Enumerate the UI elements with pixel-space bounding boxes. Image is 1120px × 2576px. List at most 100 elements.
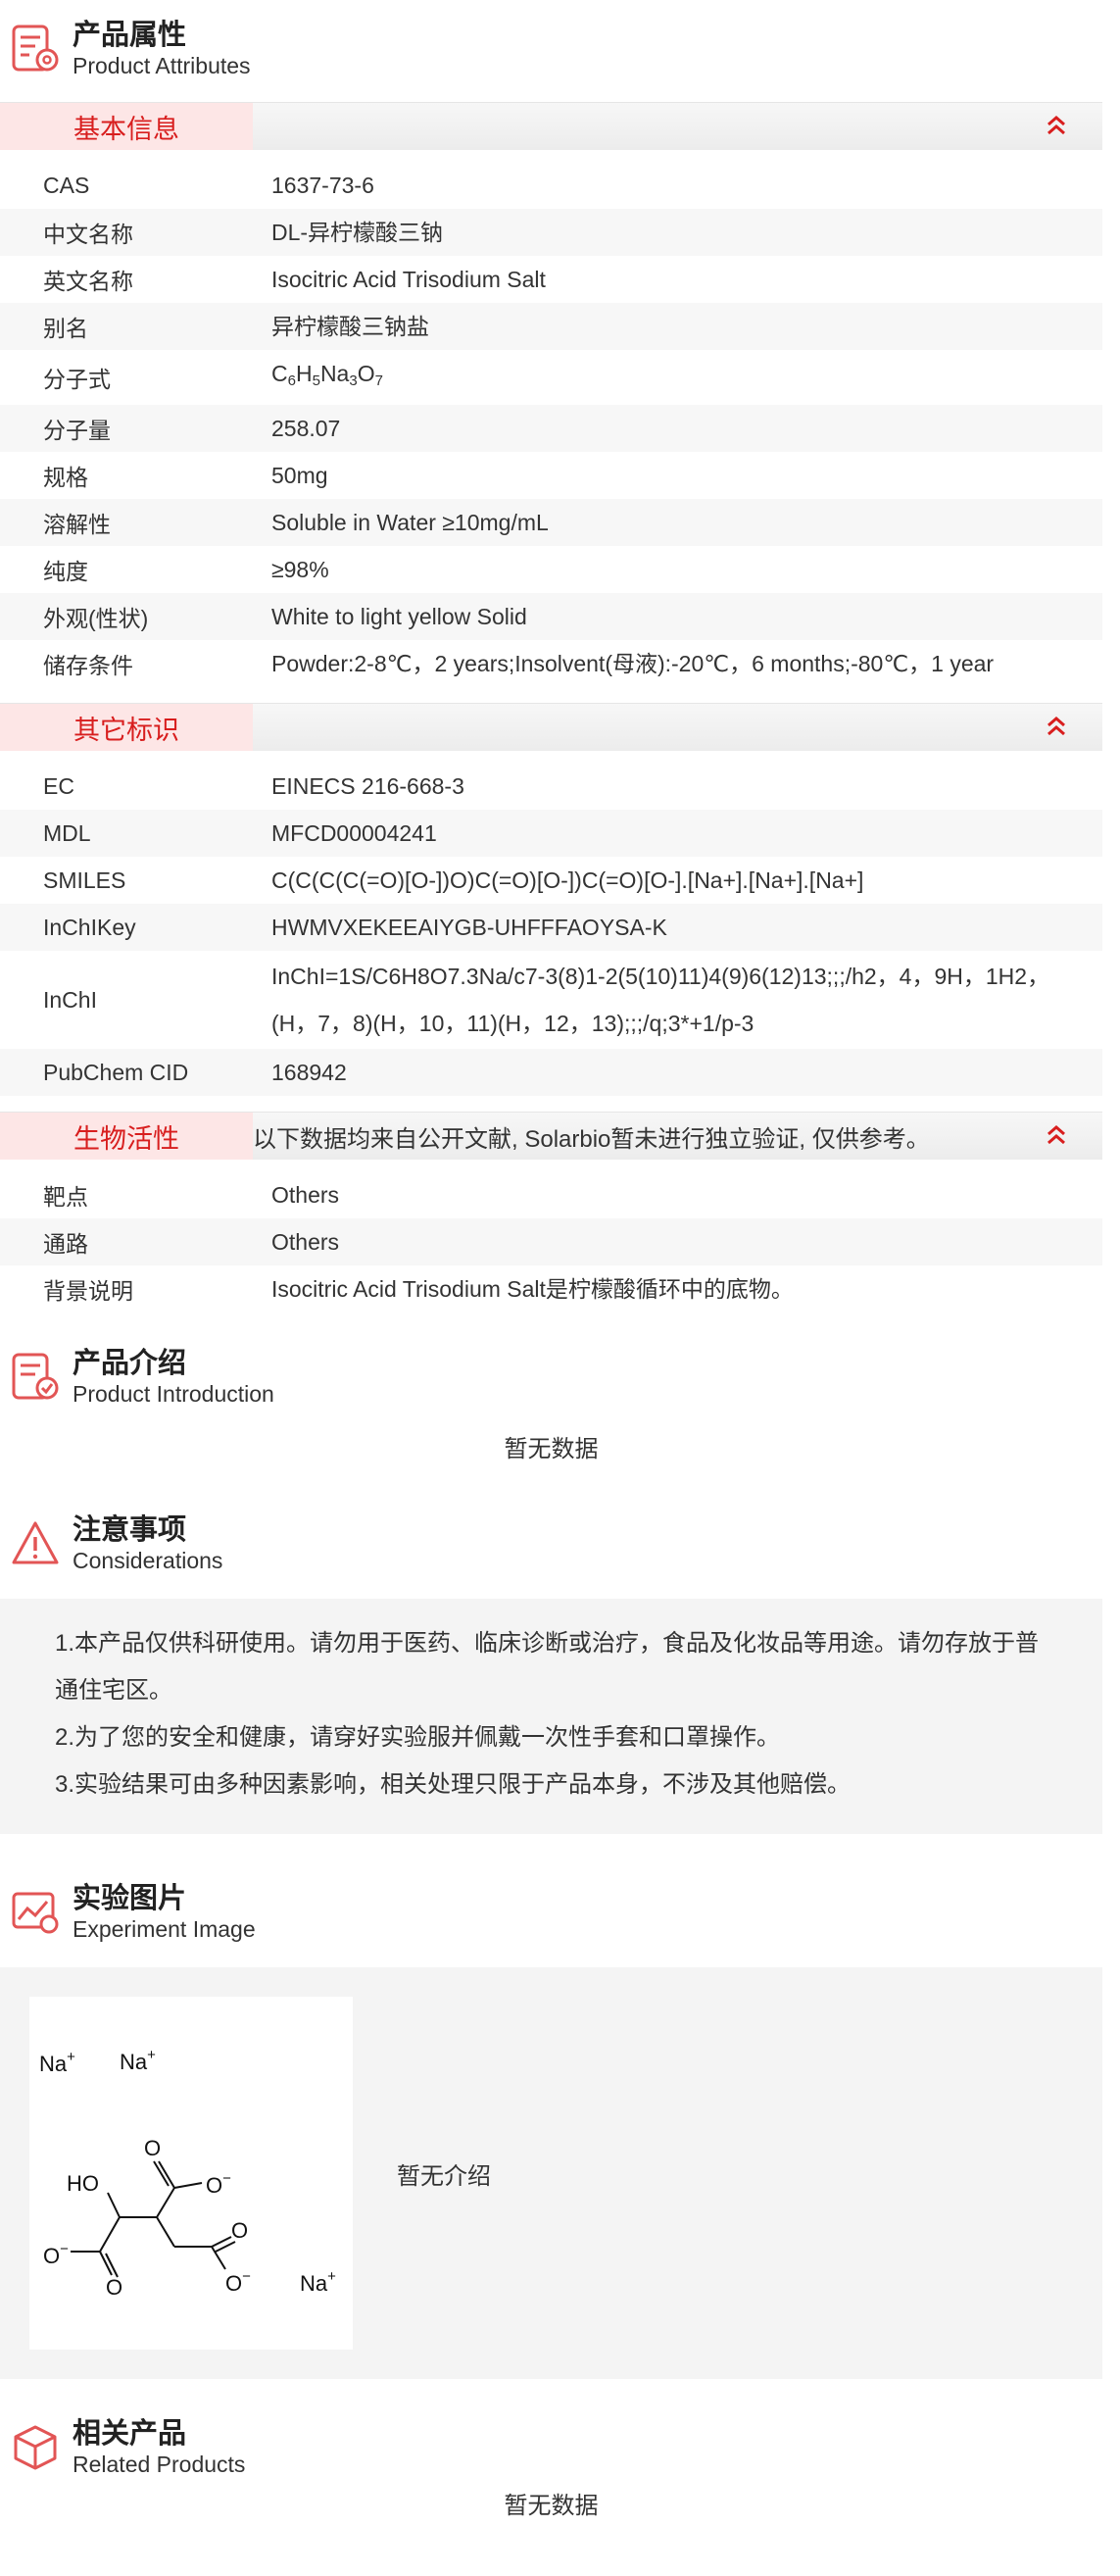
- row-key: SMILES: [43, 867, 126, 893]
- table-row: InChIKey HWMVXEKEEAIYGB-UHFFFAOYSA-K: [0, 904, 1102, 951]
- bio-activity-table: 靶点 Others 通路 Others 背景说明 Isocitric Acid Tri…: [0, 1160, 1102, 1320]
- row-value: Others: [271, 1229, 340, 1255]
- experiment-title: 实验图片: [73, 1883, 187, 1914]
- row-value: 异柠檬酸三钠盐: [271, 314, 429, 339]
- row-value: White to light yellow Solid: [271, 604, 527, 629]
- row-key: 规格: [43, 465, 88, 490]
- consider-item: 2.为了您的安全和健康，请穿好实验服并佩戴一次性手套和口罩操作。: [55, 1724, 781, 1751]
- na-label-3: Na+: [300, 2268, 336, 2296]
- table-row: 别名 异柠檬酸三钠盐: [0, 303, 1102, 350]
- table-row: 纯度 ≥98%: [0, 546, 1102, 593]
- row-key: CAS: [43, 172, 90, 198]
- o-label-right-minus: O−: [225, 2268, 251, 2296]
- row-value: Others: [271, 1182, 340, 1208]
- consider-item: 1.本产品仅供科研使用。请勿用于医药、临床诊断或治疗，食品及化妆品等用途。请勿存…: [55, 1630, 1040, 1704]
- row-value: 50mg: [271, 463, 328, 488]
- row-key: PubChem CID: [43, 1059, 189, 1085]
- ho-label: HO: [67, 2171, 99, 2196]
- experiment-box: Na+ Na+ Na+ HO O O− O− O O O− 暂无介绍: [0, 1967, 1102, 2379]
- table-row: 中文名称 DL-异柠檬酸三钠: [0, 209, 1102, 256]
- double-chevron-up-icon[interactable]: [1044, 714, 1069, 739]
- table-row: 通路 Others: [0, 1218, 1102, 1265]
- intro-subtitle: Product Introduction: [73, 1381, 274, 1407]
- experiment-header: 实验图片 Experiment Image: [0, 1873, 1102, 1952]
- basic-info-table: CAS 1637-73-6 中文名称 DL-异柠檬酸三钠 英文名称 Isocitric…: [0, 150, 1102, 695]
- formula-h-count: 5: [312, 372, 320, 389]
- row-key: 别名: [43, 316, 88, 341]
- intro-title: 产品介绍: [73, 1348, 187, 1379]
- table-row: InChI InChI=1S/C6H8O7.3Na/c7-3(8)1-2(5(10…: [0, 951, 1102, 1049]
- consider-title: 注意事项: [73, 1514, 187, 1546]
- formula-h: H: [295, 361, 313, 386]
- table-row: 外观(性状) White to light yellow Solid: [0, 593, 1102, 640]
- related-title: 相关产品: [73, 2418, 187, 2450]
- image-chart-icon: [12, 1892, 59, 1934]
- table-row: 背景说明 Isocitric Acid Trisodium Salt是柠檬酸循环中…: [0, 1265, 1102, 1313]
- related-subtitle: Related Products: [73, 2452, 246, 2477]
- basic-info-tab[interactable]: 基本信息: [0, 103, 253, 150]
- row-key: 分子式: [43, 367, 111, 392]
- consider-box: 1.本产品仅供科研使用。请勿用于医药、临床诊断或治疗，食品及化妆品等用途。请勿存…: [0, 1599, 1102, 1834]
- bio-activity-bar[interactable]: 生物活性 以下数据均来自公开文献, Solarbio暂未进行独立验证, 仅供参考…: [0, 1112, 1102, 1160]
- consider-item: 3.实验结果可由多种因素影响，相关处理只限于产品本身，不涉及其他赔偿。: [55, 1771, 852, 1798]
- formula-na-count: 3: [349, 372, 358, 389]
- consider-header: 注意事项 Considerations: [0, 1505, 1102, 1583]
- bio-activity-tab[interactable]: 生物活性: [0, 1113, 253, 1160]
- attributes-subtitle: Product Attributes: [73, 53, 251, 78]
- table-row: MDL MFCD00004241: [0, 810, 1102, 857]
- cube-icon: [14, 2425, 57, 2470]
- page: 产品属性 Product Attributes 基本信息 CAS 1637-73-…: [0, 0, 1102, 2526]
- o-label-top: O: [144, 2136, 161, 2160]
- structure-image[interactable]: Na+ Na+ Na+ HO O O− O− O O O−: [29, 1997, 353, 2350]
- row-value: InChI=1S/C6H8O7.3Na/c7-3(8)1-2(5(10)11)4…: [271, 964, 1050, 1036]
- row-key: 外观(性状): [43, 606, 149, 631]
- row-key: 溶解性: [43, 512, 111, 537]
- warning-triangle-icon: [12, 1521, 59, 1564]
- o-label-left-minus: O−: [43, 2241, 69, 2268]
- row-key: 靶点: [43, 1184, 88, 1210]
- formula-na: Na: [319, 361, 350, 386]
- row-value: Isocitric Acid Trisodium Salt是柠檬酸循环中的底物。: [271, 1276, 794, 1302]
- row-key: 背景说明: [43, 1278, 133, 1304]
- attributes-header: 产品属性 Product Attributes: [0, 0, 1102, 98]
- other-ids-table: EC EINECS 216-668-3 MDL MFCD00004241 SMILE…: [0, 751, 1102, 1104]
- row-value: Powder:2-8℃，2 years;Insolvent(母液):-20℃，6…: [271, 651, 995, 676]
- table-row: 规格 50mg: [0, 452, 1102, 499]
- document-gear-icon: [12, 25, 59, 72]
- row-value: HWMVXEKEEAIYGB-UHFFFAOYSA-K: [271, 915, 667, 940]
- table-row: 英文名称 Isocitric Acid Trisodium Salt: [0, 256, 1102, 303]
- related-header: 相关产品 Related Products: [0, 2408, 1102, 2487]
- table-row: 分子式 C6H5Na3O7: [0, 350, 1102, 405]
- o-label-left: O: [106, 2275, 122, 2300]
- other-ids-tab[interactable]: 其它标识: [0, 704, 253, 751]
- formula-c-count: 6: [287, 372, 296, 389]
- na-label-1: Na+: [39, 2049, 75, 2076]
- row-key: 纯度: [43, 559, 88, 584]
- row-value: MFCD00004241: [271, 820, 437, 846]
- basic-info-bar[interactable]: 基本信息: [0, 102, 1102, 150]
- table-row: PubChem CID 168942: [0, 1049, 1102, 1096]
- table-row: SMILES C(C(C(C(=O)[O-])O)C(=O)[O-])C(=O)[…: [0, 857, 1102, 904]
- experiment-caption: 暂无介绍: [397, 2162, 491, 2190]
- row-key: 储存条件: [43, 653, 133, 678]
- related-empty: 暂无数据: [504, 2493, 599, 2519]
- row-value: Isocitric Acid Trisodium Salt: [271, 267, 546, 292]
- row-value: 1637-73-6: [271, 173, 374, 198]
- document-check-icon: [12, 1353, 59, 1400]
- na-label-2: Na+: [120, 2047, 156, 2074]
- row-value: 258.07: [271, 416, 341, 441]
- double-chevron-up-icon[interactable]: [1044, 1122, 1069, 1148]
- table-row: 溶解性 Soluble in Water ≥10mg/mL: [0, 499, 1102, 546]
- formula-c: C: [271, 361, 288, 386]
- formula-o-count: 7: [374, 372, 383, 389]
- row-key: MDL: [43, 819, 91, 846]
- intro-header: 产品介绍 Product Introduction: [0, 1338, 1102, 1416]
- other-ids-bar[interactable]: 其它标识: [0, 703, 1102, 751]
- molecular-formula: C6H5Na3O7: [271, 350, 1102, 405]
- row-key: 通路: [43, 1231, 88, 1257]
- row-value: EINECS 216-668-3: [271, 773, 464, 799]
- table-row: EC EINECS 216-668-3: [0, 763, 1102, 810]
- row-key: 中文名称: [43, 222, 133, 247]
- row-value: DL-异柠檬酸三钠: [271, 220, 444, 245]
- double-chevron-up-icon[interactable]: [1044, 113, 1069, 138]
